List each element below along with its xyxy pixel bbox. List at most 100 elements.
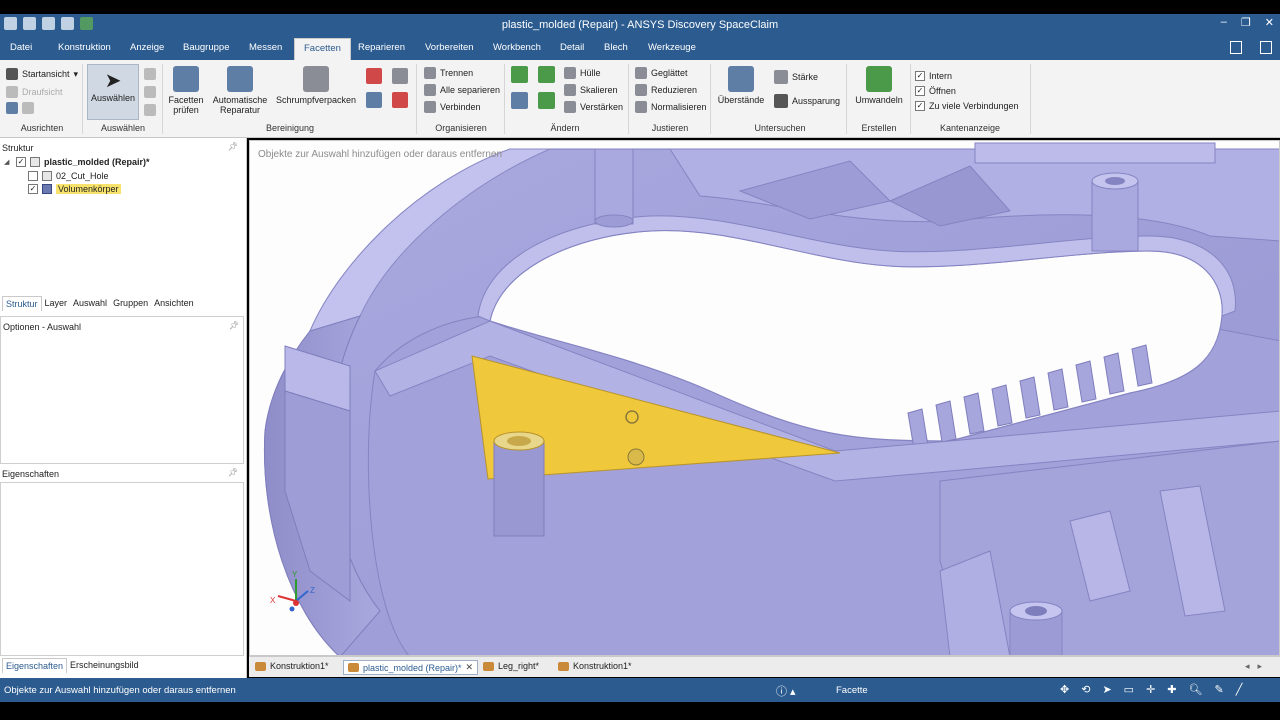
tab-facetten[interactable]: Facetten <box>294 38 351 61</box>
pin-icon[interactable]: 📌︎ <box>228 142 238 151</box>
close-button[interactable]: ✕ <box>1265 16 1274 29</box>
tab-auswahl[interactable]: Auswahl <box>70 296 110 311</box>
collapse-icon[interactable]: ◢ <box>4 158 12 166</box>
move-icon[interactable]: ✥ <box>1060 683 1069 696</box>
geglaettet-button[interactable]: Geglättet <box>635 67 688 79</box>
tree-root[interactable]: ◢ ✓ plastic_molded (Repair)* <box>4 157 150 167</box>
skalieren-button[interactable]: Skalieren <box>564 84 618 96</box>
green-cube-icon[interactable] <box>511 66 528 83</box>
merge-icon <box>424 101 436 113</box>
group-ausrichten: Ausrichten <box>20 123 64 133</box>
ribbon-separator <box>82 64 83 134</box>
auswaehlen-button[interactable]: ➤ Auswählen <box>87 64 139 120</box>
doc-tab-leg-right[interactable]: Leg_right* <box>479 660 543 672</box>
properties-panel <box>0 482 244 656</box>
red-cube-icon[interactable] <box>366 68 382 84</box>
select-arrow-icon[interactable]: ➤ <box>1102 683 1111 696</box>
account-icon[interactable] <box>1230 41 1242 54</box>
scroll-left-icon[interactable]: ◂ <box>1245 661 1250 672</box>
doc-tab-konstruktion1[interactable]: Konstruktion1* <box>251 660 333 672</box>
fix-facets-icon[interactable] <box>392 92 408 108</box>
umwandeln-button[interactable]: Umwandeln <box>850 66 908 105</box>
normalisieren-button[interactable]: Normalisieren <box>635 101 707 113</box>
3d-viewport[interactable]: Objekte zur Auswahl hinzufügen oder dara… <box>249 140 1280 656</box>
tree-item-cut-hole[interactable]: 02_Cut_Hole <box>28 171 109 181</box>
tab-baugruppe[interactable]: Baugruppe <box>183 42 229 53</box>
tab-anzeige[interactable]: Anzeige <box>130 42 164 53</box>
staerke-button[interactable]: Stärke <box>774 70 818 84</box>
facetten-pruefen-button[interactable]: Facetten prüfen <box>164 66 208 115</box>
line-icon[interactable]: ╱ <box>1236 683 1243 696</box>
select-mode-icon[interactable] <box>144 68 156 80</box>
startansicht-button[interactable]: Startansicht ▾ <box>6 68 78 80</box>
design-doc-icon <box>255 661 266 671</box>
status-bar: Objekte zur Auswahl hinzufügen oder dara… <box>0 678 1280 702</box>
ueberstaende-button[interactable]: Überstände <box>714 66 768 105</box>
lasso-icon[interactable] <box>144 86 156 98</box>
green-cube-icon-3[interactable] <box>538 92 555 109</box>
schrumpfverpacken-button[interactable]: Schrumpfverpacken <box>272 66 360 105</box>
tab-struktur[interactable]: Struktur <box>2 296 42 311</box>
tab-gruppen[interactable]: Gruppen <box>110 296 151 311</box>
split-facets-icon[interactable] <box>366 92 382 108</box>
maximize-button[interactable]: ❐ <box>1241 16 1251 29</box>
tab-detail[interactable]: Detail <box>560 42 584 53</box>
doc-tab-konstruktion1-b[interactable]: Konstruktion1* <box>554 660 636 672</box>
tab-datei[interactable]: Datei <box>10 42 32 53</box>
view-tools[interactable] <box>6 102 34 114</box>
pen-icon[interactable]: ✎ <box>1214 683 1223 696</box>
triad-x-label: X <box>270 596 276 605</box>
tab-ansichten[interactable]: Ansichten <box>151 296 197 311</box>
scroll-right-icon[interactable]: ▸ <box>1258 661 1263 672</box>
trennen-button[interactable]: Trennen <box>424 67 473 79</box>
tab-workbench[interactable]: Workbench <box>493 42 541 53</box>
aussparung-button[interactable]: Aussparung <box>774 94 840 108</box>
alle-separieren-button[interactable]: Alle separieren <box>424 84 500 96</box>
close-tab-icon[interactable]: ✕ <box>466 662 474 673</box>
visibility-checkbox[interactable] <box>28 171 38 181</box>
tab-reparieren[interactable]: Reparieren <box>358 42 405 53</box>
tab-messen[interactable]: Messen <box>249 42 282 53</box>
pan-alt-icon[interactable]: ✚ <box>1167 683 1176 696</box>
properties-tabs: Eigenschaften Erscheinungsbild <box>2 658 142 673</box>
huelle-button[interactable]: Hülle <box>564 67 601 79</box>
reduzieren-button[interactable]: Reduzieren <box>635 84 697 96</box>
tab-konstruktion[interactable]: Konstruktion <box>58 42 111 53</box>
pin-icon[interactable]: 📌︎ <box>229 321 239 330</box>
tab-scroll-arrows[interactable]: ◂ ▸ <box>1241 660 1266 673</box>
ribbon-tab-bar: Datei Konstruktion Anzeige Baugruppe Mes… <box>0 36 1280 61</box>
modify-icons-row1 <box>511 66 555 83</box>
tab-blech[interactable]: Blech <box>604 42 628 53</box>
rotate-icon[interactable]: ⟲ <box>1081 683 1090 696</box>
model-render[interactable]: Y X Z <box>250 141 1280 656</box>
tab-eigenschaften[interactable]: Eigenschaften <box>2 658 68 673</box>
zoom-icon[interactable]: 🔍︎ <box>1189 683 1203 696</box>
visibility-checkbox[interactable]: ✓ <box>28 184 38 194</box>
help-icon[interactable] <box>1260 41 1272 54</box>
tab-werkzeuge[interactable]: Werkzeuge <box>648 42 696 53</box>
visibility-checkbox[interactable]: ✓ <box>16 157 26 167</box>
group-bereinigung: Bereinigung <box>265 123 315 133</box>
draufsicht-button[interactable]: Draufsicht <box>6 86 63 98</box>
shrinkwrap-icon <box>303 66 329 92</box>
grey-cube-icon[interactable] <box>392 68 408 84</box>
green-cube-icon-2[interactable] <box>538 66 555 83</box>
verbinden-button[interactable]: Verbinden <box>424 101 481 113</box>
tab-erscheinungsbild[interactable]: Erscheinungsbild <box>67 658 142 673</box>
info-icon[interactable]: ⓘ ▴ <box>776 683 796 699</box>
pan-icon[interactable]: ✛ <box>1146 683 1155 696</box>
tree-item-volumenkoerper[interactable]: ✓ Volumenkörper <box>28 184 121 194</box>
tab-layer[interactable]: Layer <box>42 296 71 311</box>
box-select-icon[interactable]: ▭ <box>1124 683 1134 696</box>
minimize-button[interactable]: – <box>1221 16 1227 29</box>
intern-checkbox[interactable]: ✓ Intern <box>915 71 952 81</box>
zu-viele-verbindungen-checkbox[interactable]: ✓ Zu viele Verbindungen <box>915 101 1019 111</box>
tab-vorbereiten[interactable]: Vorbereiten <box>425 42 474 53</box>
oeffnen-checkbox[interactable]: ✓ Öffnen <box>915 86 956 96</box>
automatische-reparatur-button[interactable]: Automatische Reparatur <box>210 66 270 115</box>
doc-tab-plastic-molded[interactable]: plastic_molded (Repair)* ✕ <box>343 660 479 675</box>
blue-cube-icon[interactable] <box>511 92 528 109</box>
pin-icon[interactable]: 📌︎ <box>228 468 238 477</box>
verstaerken-button[interactable]: Verstärken <box>564 101 623 113</box>
box-select-icon[interactable] <box>144 104 156 116</box>
